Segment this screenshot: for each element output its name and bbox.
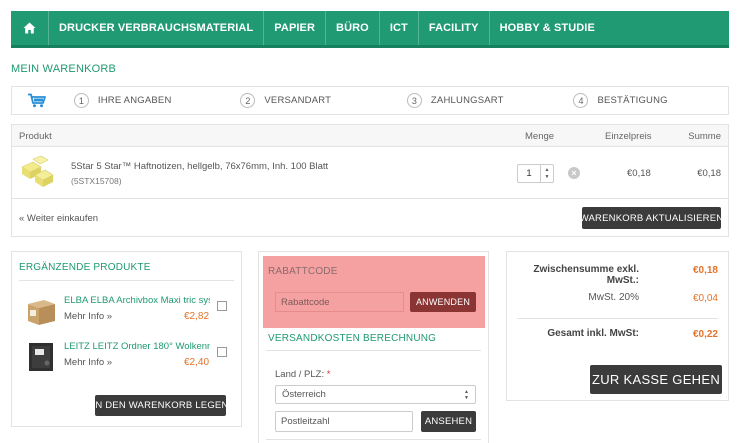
header-qty: Menge (525, 131, 555, 142)
product-sku: (5STX15708) (71, 176, 122, 186)
select-checkbox[interactable] (217, 301, 227, 311)
update-cart-button[interactable]: WARENKORB AKTUALISIEREN (580, 207, 723, 229)
header-unit-price: Einzelpreis (605, 131, 652, 142)
related-product-name[interactable]: ELBA ELBA Archivbox Maxi tric sys (64, 295, 210, 306)
home-link[interactable] (11, 11, 49, 45)
step-number: 3 (406, 93, 422, 108)
subtotal-label-line2: MwSt.: (606, 275, 639, 286)
country-select-value: Österreich (282, 389, 326, 400)
decrement-icon[interactable]: ▼ (545, 174, 550, 181)
step-number: 2 (240, 93, 256, 108)
apply-coupon-button[interactable]: ANWENDEN (410, 292, 476, 312)
page-title: MEIN WARENKORB (11, 63, 117, 75)
product-thumbnail[interactable] (19, 155, 56, 192)
related-products-title: ERGÄNZENDE PRODUKTE (19, 262, 151, 273)
remove-item-icon[interactable]: × (568, 167, 580, 179)
tax-label: MwSt. 20% (588, 292, 639, 303)
country-zip-label-text: Land / PLZ: (275, 369, 325, 380)
divider (266, 439, 481, 440)
cart-table: Produkt Menge Einzelpreis Summe 5Star 5 … (11, 124, 729, 237)
related-product-name[interactable]: LEITZ LEITZ Ordner 180° Wolkenm (64, 341, 210, 352)
step-label: VERSANDART (264, 95, 332, 106)
product-name[interactable]: 5Star 5 Star™ Haftnotizen, hellgelb, 76x… (71, 161, 328, 172)
nav-item-buero[interactable]: BÜRO (326, 11, 380, 45)
unit-price: €0,18 (627, 168, 651, 179)
binder-image[interactable] (26, 341, 57, 373)
continue-shopping-link[interactable]: « Weiter einkaufen (19, 213, 98, 224)
nav-item-hobby[interactable]: HOBBY & STUDIE (490, 11, 605, 45)
coupon-shipping-panel: RABATTCODE Rabattcode ANWENDEN VERSANDKO… (258, 251, 489, 443)
nav-item-ict[interactable]: ICT (380, 11, 419, 45)
divider (266, 350, 481, 351)
increment-icon[interactable]: ▲ (545, 167, 550, 174)
subtotal-value: €0,18 (692, 265, 718, 276)
zip-input[interactable]: Postleitzahl (275, 411, 413, 432)
list-item: ELBA ELBA Archivbox Maxi tric sys Mehr I… (19, 293, 236, 329)
more-info-link[interactable]: Mehr Info » (64, 311, 112, 322)
step-label: IHRE ANGABEN (97, 95, 172, 106)
related-products-panel: ERGÄNZENDE PRODUKTE ELBA ELBA Archivbox … (11, 251, 242, 427)
related-product-price: €2,40 (184, 357, 210, 368)
table-row: 5Star 5 Star™ Haftnotizen, hellgelb, 76x… (12, 147, 728, 199)
divider (19, 280, 234, 281)
total-label: Gesamt inkl. MwSt: (547, 328, 639, 339)
more-info-link[interactable]: Mehr Info » (64, 357, 112, 368)
step-bestaetigung[interactable]: 4 BESTÄTIGUNG (561, 93, 728, 108)
total-value: €0,22 (692, 329, 718, 340)
quantity-value[interactable]: 1 (518, 168, 540, 179)
coupon-title: RABATTCODE (268, 266, 338, 277)
nav-item-facility[interactable]: FACILITY (419, 11, 490, 45)
subtotal-label-line1: Zwischensumme exkl. (533, 264, 639, 275)
add-to-cart-button[interactable]: IN DEN WARENKORB LEGEN (93, 395, 228, 416)
step-label: ZAHLUNGSART (430, 95, 504, 106)
header-product: Produkt (19, 131, 52, 142)
home-icon (23, 22, 36, 34)
cart-table-header: Produkt Menge Einzelpreis Summe (12, 125, 728, 147)
select-checkbox[interactable] (217, 347, 227, 357)
coupon-section: RABATTCODE Rabattcode ANWENDEN (263, 256, 485, 328)
checkout-steps: 1 IHRE ANGABEN 2 VERSANDART 3 ZAHLUNGSAR… (11, 86, 729, 115)
header-sum: Summe (688, 131, 721, 142)
related-product-price: €2,82 (184, 311, 210, 322)
main-nav: DRUCKER VERBRAUCHSMATERIAL PAPIER BÜRO I… (11, 11, 729, 48)
view-shipping-button[interactable]: ANSEHEN (421, 411, 476, 432)
cart-step[interactable] (12, 93, 62, 108)
step-label: BESTÄTIGUNG (597, 95, 668, 106)
required-mark: * (326, 369, 331, 380)
totals-panel: Zwischensumme exkl. MwSt.: €0,18 MwSt. 2… (506, 251, 729, 401)
coupon-input[interactable]: Rabattcode (275, 292, 404, 312)
step-ihre-angaben[interactable]: 1 IHRE ANGABEN (62, 93, 229, 108)
tax-value: €0,04 (692, 293, 718, 304)
quantity-stepper[interactable]: 1 ▲ ▼ (517, 164, 554, 183)
archive-box-image[interactable] (26, 295, 57, 327)
select-caret-icon: ▲ ▼ (464, 389, 469, 401)
step-number: 4 (573, 93, 589, 108)
country-zip-label: Land / PLZ: * (275, 369, 330, 380)
shipping-title: VERSANDKOSTEN BERECHNUNG (268, 333, 437, 344)
step-number: 1 (73, 93, 89, 108)
divider (517, 318, 718, 319)
country-select[interactable]: Österreich ▲ ▼ (275, 385, 476, 404)
list-item: LEITZ LEITZ Ordner 180° Wolkenm Mehr Inf… (19, 339, 236, 375)
step-versandart[interactable]: 2 VERSANDART (228, 93, 395, 108)
checkout-button[interactable]: ZUR KASSE GEHEN (590, 365, 722, 394)
quantity-arrows[interactable]: ▲ ▼ (540, 165, 553, 182)
subtotal-label: Zwischensumme exkl. MwSt.: (517, 264, 639, 286)
shopping-cart-icon (27, 93, 46, 108)
nav-item-drucker[interactable]: DRUCKER VERBRAUCHSMATERIAL (49, 11, 265, 45)
step-zahlungsart[interactable]: 3 ZAHLUNGSART (395, 93, 562, 108)
row-sum: €0,18 (697, 168, 721, 179)
nav-item-papier[interactable]: PAPIER (264, 11, 327, 45)
